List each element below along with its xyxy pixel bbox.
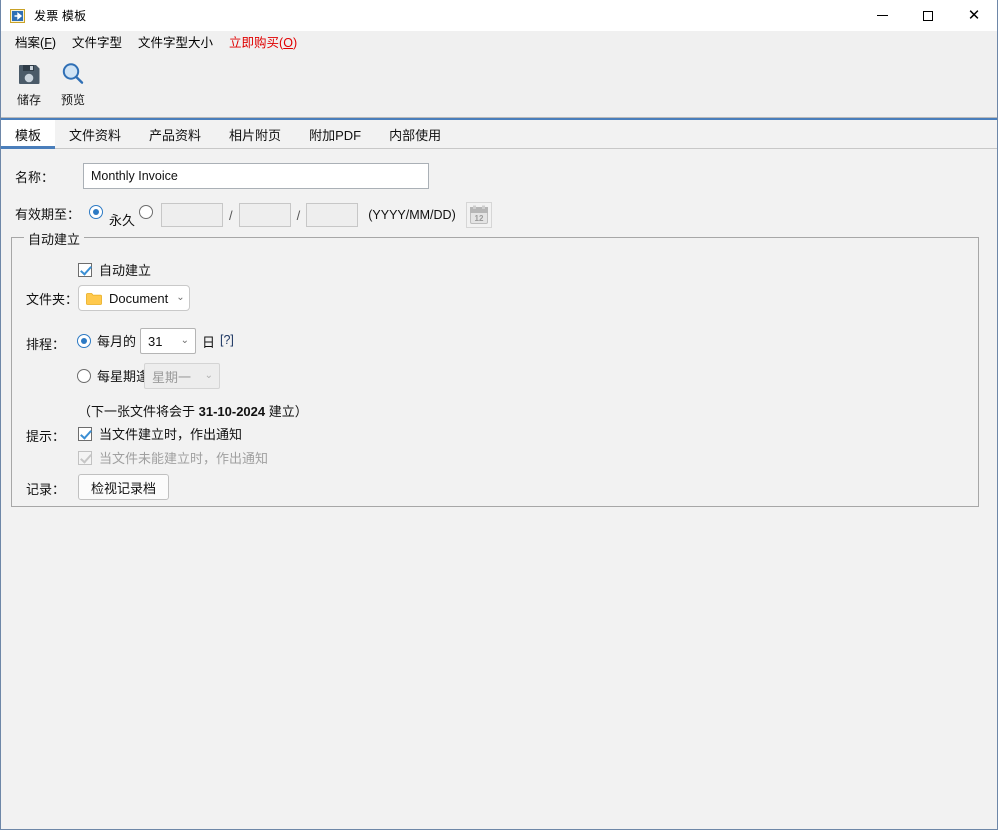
title-bar: 发票 模板 ✕ — [1, 0, 997, 31]
save-floppy-icon — [15, 60, 43, 88]
auto-create-checkbox-label: 自动建立 — [99, 263, 152, 278]
validity-forever-radio[interactable] — [89, 205, 103, 219]
menu-item-doc-font-size[interactable]: 文件字型大小 — [130, 30, 221, 53]
tab-bar: 模板 文件资料 产品资料 相片附页 附加PDF 内部使用 — [1, 118, 997, 149]
tab-internal-use[interactable]: 内部使用 — [375, 120, 455, 149]
schedule-day-suffix: 日 — [202, 335, 216, 350]
chevron-down-icon: ⌄ — [180, 335, 189, 346]
app-window: 发票 模板 ✕ 档案(F) 文件字型 文件字型大小 立即购买(O) 储存 预览 … — [0, 0, 998, 830]
next-creation-note: （下一张文件将会于 31-10-2024 建立） — [78, 401, 308, 420]
tab-template[interactable]: 模板 — [1, 120, 56, 149]
auto-create-group-title: 自动建立 — [24, 229, 85, 248]
tab-internal-use-label: 内部使用 — [389, 128, 442, 143]
maximize-icon — [923, 10, 933, 21]
log-label: 记录： — [26, 482, 66, 497]
view-log-button[interactable]: 检视记录档 — [78, 474, 170, 500]
tab-attach-pdf[interactable]: 附加PDF — [295, 120, 375, 149]
tab-photo-attachment[interactable]: 相片附页 — [215, 120, 295, 149]
tab-template-label: 模板 — [15, 128, 42, 143]
tab-attach-pdf-label: 附加PDF — [309, 128, 362, 143]
validity-label: 有效期至： — [15, 207, 81, 222]
folder-select[interactable]: Document ⌄ — [78, 285, 190, 311]
date-separator-1: / — [229, 207, 233, 223]
tab-product-data[interactable]: 产品资料 — [135, 120, 215, 149]
window-title: 发票 模板 — [34, 9, 87, 23]
schedule-weekday-select[interactable]: 星期一 ⌄ — [144, 363, 220, 389]
tab-product-data-label: 产品资料 — [149, 128, 202, 143]
menu-item-file[interactable]: 档案(F) — [7, 30, 64, 53]
name-row: 名称： — [1, 163, 997, 189]
notify-label: 提示： — [26, 429, 66, 444]
preview-button-label: 预览 — [60, 93, 85, 107]
tab-panel-template: 名称： 有效期至： 永久 / / (YYYY/MM/DD) — [1, 149, 997, 829]
maximize-button[interactable] — [905, 0, 951, 31]
svg-text:12: 12 — [474, 214, 483, 223]
next-creation-note-prefix: （下一张文件将会于 — [78, 404, 199, 419]
tab-photo-attachment-label: 相片附页 — [229, 128, 282, 143]
name-label: 名称： — [15, 170, 55, 185]
toolbar: 储存 预览 — [1, 52, 997, 118]
next-creation-note-suffix: 建立） — [265, 404, 308, 419]
schedule-monthly-label: 每月的 — [97, 334, 137, 349]
notify-on-created-checkbox[interactable] — [78, 426, 92, 441]
chevron-down-icon: ⌄ — [176, 292, 185, 303]
folder-icon — [86, 292, 102, 305]
tab-document-data[interactable]: 文件资料 — [55, 120, 135, 149]
date-format-hint: (YYYY/MM/DD) — [368, 208, 456, 222]
menu-item-doc-font-label: 文件字型 — [72, 36, 123, 50]
minimize-button[interactable] — [859, 0, 905, 31]
schedule-day-value: 31 — [148, 333, 163, 349]
folder-label: 文件夹： — [26, 292, 79, 307]
folder-select-value: Document — [109, 290, 169, 306]
next-creation-date: 31-10-2024 — [198, 404, 266, 419]
auto-create-groupbox: 自动建立 自动建立 文件夹： Document ⌄ 排程： 每月的 31 ⌄ 日… — [11, 229, 979, 507]
validity-row: 有效期至： 永久 / / (YYYY/MM/DD) 12 — [1, 199, 997, 228]
schedule-monthly-radio[interactable] — [77, 333, 91, 348]
save-button[interactable]: 储存 — [7, 56, 51, 112]
menu-bar: 档案(F) 文件字型 文件字型大小 立即购买(O) — [1, 31, 997, 52]
menu-item-doc-font-size-label: 文件字型大小 — [138, 36, 214, 50]
validity-day-input[interactable] — [306, 203, 359, 227]
view-log-button-label: 检视记录档 — [91, 480, 157, 496]
document-export-icon — [10, 8, 26, 24]
schedule-weekly-radio[interactable] — [77, 368, 91, 383]
schedule-day-select[interactable]: 31 ⌄ — [140, 328, 196, 354]
chevron-down-icon: ⌄ — [204, 370, 213, 381]
schedule-label: 排程： — [26, 337, 66, 352]
auto-create-checkbox[interactable] — [78, 262, 92, 277]
menu-item-buy-now[interactable]: 立即购买(O) — [221, 30, 305, 53]
notify-on-failed-checkbox — [78, 450, 92, 465]
close-icon: ✕ — [967, 6, 981, 24]
close-button[interactable]: ✕ — [951, 0, 997, 31]
tab-document-data-label: 文件资料 — [69, 128, 122, 143]
schedule-weekday-value: 星期一 — [152, 369, 192, 385]
validity-forever-label: 永久 — [109, 213, 136, 228]
window-controls: ✕ — [859, 0, 997, 31]
preview-button[interactable]: 预览 — [51, 56, 95, 112]
menu-item-file-mnemonic: F — [44, 36, 52, 50]
save-button-label: 储存 — [16, 93, 41, 107]
menu-item-buy-now-label: 立即购买 — [229, 36, 280, 50]
minimize-icon — [876, 15, 888, 16]
menu-item-file-label: 档案 — [15, 36, 41, 50]
schedule-weekly-label: 每星期逢 — [97, 369, 150, 384]
preview-magnifier-icon — [59, 60, 87, 88]
validity-custom-radio[interactable] — [139, 205, 153, 219]
notify-on-created-label: 当文件建立时，作出通知 — [99, 427, 243, 442]
schedule-help-link[interactable]: [?] — [220, 333, 234, 347]
validity-month-input[interactable] — [238, 203, 291, 227]
menu-item-doc-font[interactable]: 文件字型 — [64, 30, 130, 53]
name-input[interactable] — [83, 163, 429, 189]
date-separator-2: / — [296, 207, 301, 223]
validity-year-input[interactable] — [161, 203, 223, 227]
notify-on-failed-label: 当文件未能建立时，作出通知 — [99, 451, 269, 466]
menu-item-buy-now-mnemonic: O — [283, 36, 293, 50]
calendar-picker-button[interactable]: 12 — [465, 202, 492, 228]
